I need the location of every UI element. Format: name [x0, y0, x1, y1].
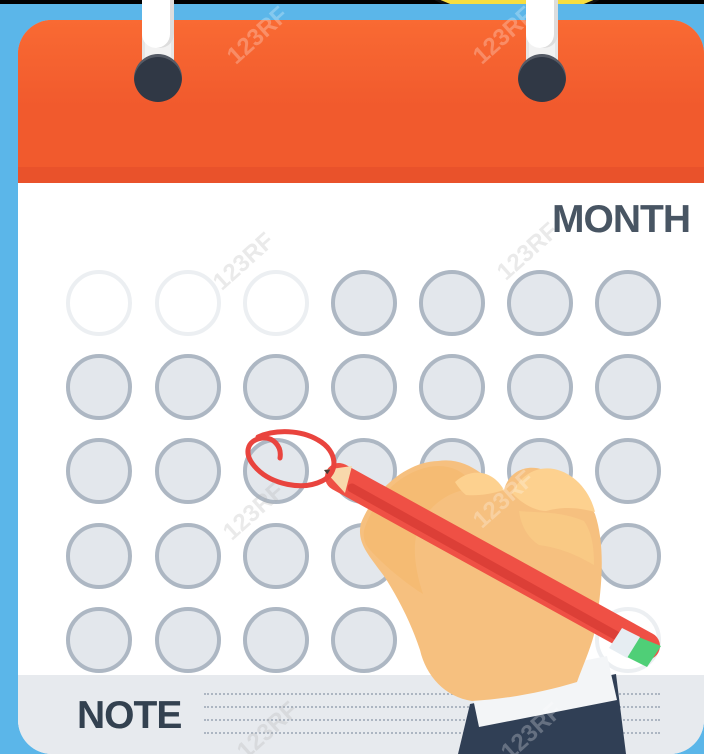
- hand-and-pencil-illustration: [245, 429, 661, 754]
- calendar-scene: MONTH NOTE 123RF 123RF 123RF 123RF 123RF…: [0, 0, 704, 754]
- circle-mark-icon: [245, 429, 337, 489]
